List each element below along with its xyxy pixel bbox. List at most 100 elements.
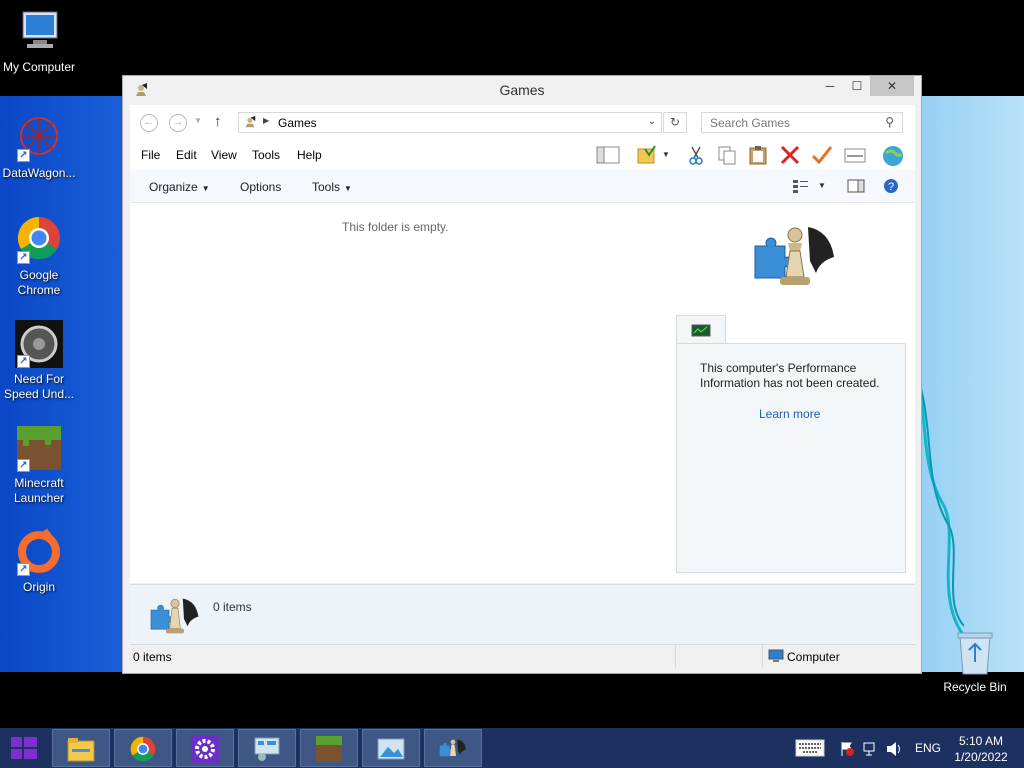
copy-icon[interactable] xyxy=(716,145,738,165)
window-title: Games xyxy=(499,82,545,98)
recent-locations-button[interactable]: ▼ xyxy=(194,116,202,125)
performance-message: This computer's Performance Information … xyxy=(700,361,880,390)
folder-options-icon[interactable] xyxy=(636,145,658,165)
minimize-button[interactable]: ─ xyxy=(816,76,844,96)
checkmark-icon[interactable] xyxy=(811,145,833,165)
minecraft-icon: ↗ xyxy=(15,424,63,472)
shortcut-arrow-icon: ↗ xyxy=(17,459,30,472)
window-titlebar[interactable]: Games ─ ☐ ✕ xyxy=(123,76,921,105)
file-list-area[interactable]: This folder is empty. This computer's Pe… xyxy=(130,203,915,583)
clock[interactable]: 5:10 AM 1/20/2022 xyxy=(948,733,1014,765)
computer-small-icon xyxy=(768,649,784,666)
learn-more-link[interactable]: Learn more xyxy=(759,407,820,421)
layout-pane-icon[interactable] xyxy=(596,145,620,165)
datawagon-icon: ↗ xyxy=(15,114,63,162)
up-button[interactable]: ↑ xyxy=(214,113,222,130)
organize-button[interactable]: Organize ▼ xyxy=(149,180,210,194)
games-icon xyxy=(438,735,468,763)
command-bar: Organize ▼ Options Tools ▼ ▼ ? xyxy=(130,170,915,203)
taskbar-photos[interactable] xyxy=(362,729,420,767)
taskbar: ENG 5:10 AM 1/20/2022 xyxy=(0,728,1024,768)
clock-date: 1/20/2022 xyxy=(954,750,1008,764)
status-separator xyxy=(675,645,676,668)
recycle-bin-label: Recycle Bin xyxy=(943,680,1007,694)
desktop-icon-minecraft-launcher[interactable]: ↗ Minecraft Launcher xyxy=(0,424,78,506)
desktop-icon-need-for-speed[interactable]: ↗ Need For Speed Und... xyxy=(0,320,78,402)
need-for-speed-icon: ↗ xyxy=(15,320,63,368)
start-button[interactable] xyxy=(0,728,48,768)
menu-file[interactable]: File xyxy=(141,148,160,162)
options-button[interactable]: Options xyxy=(240,180,281,194)
desktop-icon-datawagon[interactable]: ↗ DataWagon... xyxy=(0,114,78,181)
preview-pane-icon[interactable] xyxy=(847,178,865,197)
address-bar[interactable]: ▶ Games ⌄ xyxy=(238,112,662,133)
world-globe-icon[interactable] xyxy=(881,145,903,166)
maximize-button[interactable]: ☐ xyxy=(843,76,871,96)
taskbar-file-explorer[interactable] xyxy=(52,729,110,767)
taskbar-chrome[interactable] xyxy=(114,729,172,767)
refresh-button[interactable]: ↻ xyxy=(663,112,687,133)
menu-view[interactable]: View xyxy=(211,148,237,162)
breadcrumb-chevron-icon[interactable]: ▶ xyxy=(263,116,269,125)
view-dropdown-icon[interactable]: ▼ xyxy=(818,181,826,190)
close-button[interactable]: ✕ xyxy=(870,76,914,96)
tools-button[interactable]: Tools ▼ xyxy=(312,180,352,194)
network-icon[interactable] xyxy=(862,741,878,768)
search-input[interactable]: Search Games ⚲ xyxy=(701,112,903,133)
windows-logo-icon xyxy=(11,737,37,759)
shortcut-arrow-icon: ↗ xyxy=(17,355,30,368)
games-details-icon xyxy=(147,595,203,637)
shortcut-arrow-icon: ↗ xyxy=(17,251,30,264)
help-icon[interactable]: ? xyxy=(883,178,899,197)
breadcrumb-games[interactable]: Games xyxy=(278,116,317,130)
computer-icon xyxy=(15,8,63,56)
status-separator xyxy=(762,645,763,668)
desktop-icon-label: Minecraft Launcher xyxy=(13,476,65,505)
status-location: Computer xyxy=(787,650,840,664)
keyboard-icon[interactable] xyxy=(795,739,825,768)
menu-edit[interactable]: Edit xyxy=(176,148,197,162)
menu-bar: File Edit View Tools Help ▼ xyxy=(130,140,915,170)
status-bar: 0 items Computer xyxy=(130,644,915,668)
address-dropdown-chevron-icon[interactable]: ⌄ xyxy=(648,116,656,127)
taskbar-minecraft[interactable] xyxy=(300,729,358,767)
performance-monitor-icon xyxy=(691,324,711,341)
taskbar-games[interactable] xyxy=(424,729,482,767)
taskbar-control-panel[interactable] xyxy=(238,729,296,767)
performance-tab[interactable] xyxy=(676,315,726,345)
shortcut-arrow-icon: ↗ xyxy=(17,149,30,162)
delete-icon[interactable] xyxy=(779,145,801,165)
minecraft-icon xyxy=(314,735,344,763)
games-puzzle-chess-icon xyxy=(750,221,840,291)
cut-icon[interactable] xyxy=(685,145,707,165)
back-button[interactable]: ← xyxy=(140,114,158,132)
menu-help[interactable]: Help xyxy=(297,148,322,162)
volume-icon[interactable] xyxy=(885,741,903,768)
desktop-icon-google-chrome[interactable]: ↗ Google Chrome xyxy=(0,216,78,298)
action-center-flag-icon[interactable] xyxy=(839,741,855,768)
recycle-bin-icon xyxy=(955,630,995,676)
paste-icon[interactable] xyxy=(747,145,769,165)
status-item-count: 0 items xyxy=(133,650,172,664)
folder-options-dropdown-icon[interactable]: ▼ xyxy=(662,150,670,159)
file-explorer-icon xyxy=(66,735,96,763)
photo-viewer-icon xyxy=(376,735,406,763)
language-indicator[interactable]: ENG xyxy=(915,741,941,768)
change-view-icon[interactable] xyxy=(792,178,810,197)
forward-button[interactable]: → xyxy=(169,114,187,132)
chrome-icon: ↗ xyxy=(15,216,63,264)
control-panel-icon xyxy=(252,735,282,763)
details-pane: 0 items xyxy=(130,584,915,644)
properties-icon[interactable] xyxy=(843,145,866,165)
desktop-icon-origin[interactable]: ↗ Origin xyxy=(0,528,78,595)
games-explorer-window: Games ─ ☐ ✕ ← → ▼ ↑ ▶ Games ⌄ ↻ Search G… xyxy=(122,75,922,674)
menu-tools[interactable]: Tools xyxy=(252,148,280,162)
search-placeholder: Search Games xyxy=(710,116,791,130)
taskbar-settings[interactable] xyxy=(176,729,234,767)
desktop-icon-my-computer[interactable]: My Computer xyxy=(0,8,78,75)
desktop-icon-label: Google Chrome xyxy=(17,268,61,297)
desktop-icon-recycle-bin[interactable]: Recycle Bin xyxy=(940,630,1010,694)
search-icon: ⚲ xyxy=(885,115,894,129)
shortcut-arrow-icon: ↗ xyxy=(17,563,30,576)
details-item-count: 0 items xyxy=(213,600,252,614)
